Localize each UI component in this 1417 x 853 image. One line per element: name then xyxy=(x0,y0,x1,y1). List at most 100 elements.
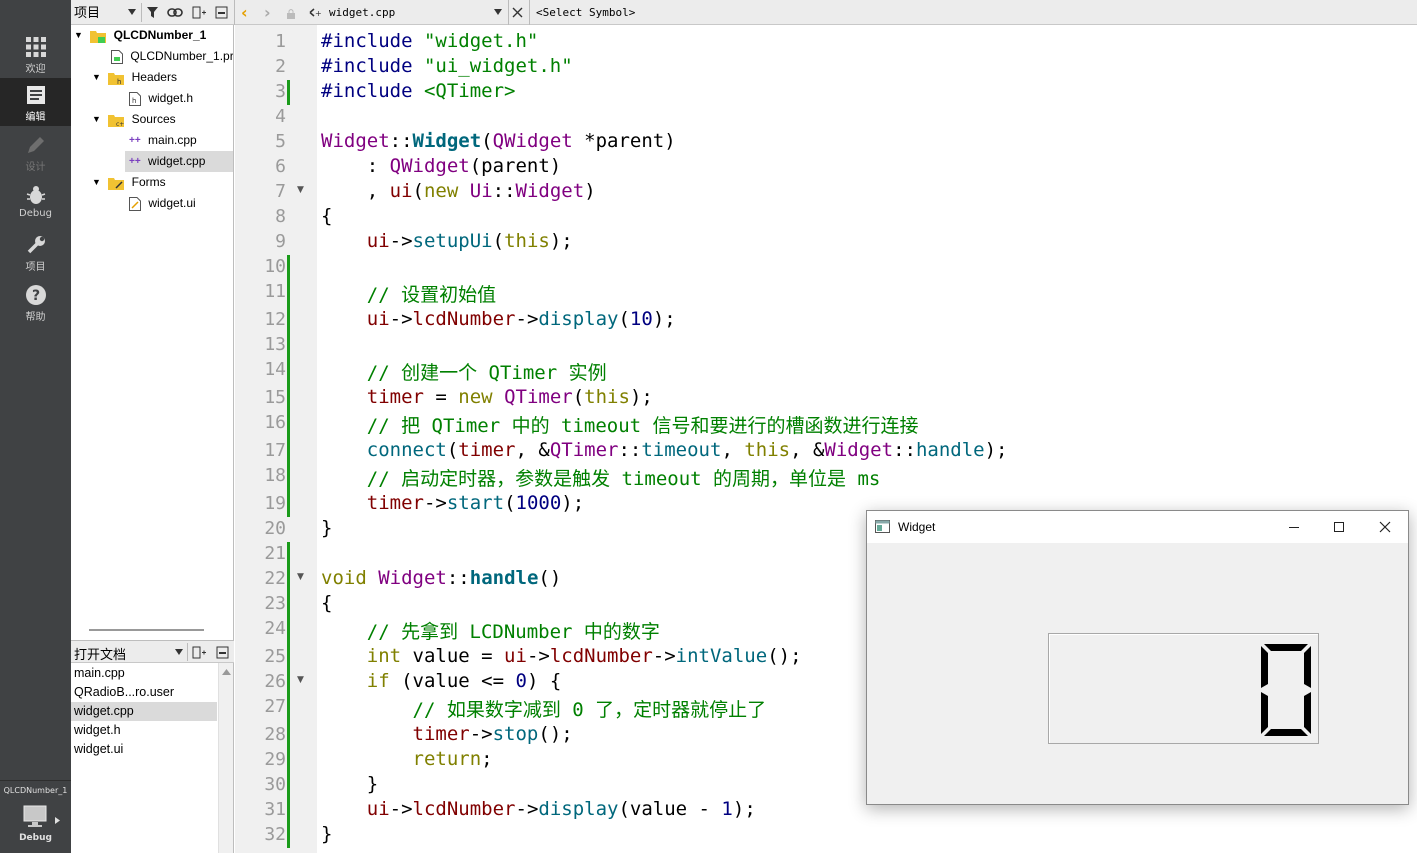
code-token: this xyxy=(584,386,630,408)
code-line[interactable]: #include <QTimer> xyxy=(321,80,515,102)
tree-root[interactable]: ▼ QLCDNumber_1 xyxy=(74,25,206,46)
code-line[interactable]: // 如果数字减到 0 了，定时器就停止了 xyxy=(321,695,767,722)
cpp-file-icon: ++ xyxy=(309,8,322,18)
open-doc-item[interactable]: widget.h xyxy=(71,721,217,740)
split-icon[interactable] xyxy=(192,646,206,659)
filter-icon[interactable] xyxy=(146,6,159,19)
split-icon[interactable] xyxy=(192,6,206,19)
open-doc-item[interactable]: QRadioB...ro.user xyxy=(71,683,217,702)
mode-edit[interactable]: 编辑 xyxy=(0,78,71,126)
code-token: display xyxy=(538,308,619,330)
forward-arrow-icon[interactable]: › xyxy=(264,0,271,25)
tree-forms[interactable]: ▼ Forms xyxy=(92,172,166,193)
tree-pro-file[interactable]: QLCDNumber_1.pro xyxy=(111,46,233,67)
back-arrow-icon[interactable]: ‹ xyxy=(241,0,248,25)
mode-design[interactable]: 设计 xyxy=(0,128,71,176)
code-token: lcdNumber xyxy=(412,308,516,330)
lcd-segment-b xyxy=(1304,646,1311,688)
code-line[interactable]: // 设置初始值 xyxy=(321,280,496,307)
code-line[interactable]: #include "widget.h" xyxy=(321,30,538,52)
maximize-icon[interactable] xyxy=(1333,521,1345,533)
code-line[interactable]: } xyxy=(321,823,332,845)
code-token: ); xyxy=(561,492,585,514)
tree-widget-ui[interactable]: widget.ui xyxy=(129,193,196,214)
open-doc-item[interactable]: widget.cpp xyxy=(71,702,217,721)
code-token: timer xyxy=(366,492,424,514)
code-line[interactable]: Widget::Widget(QWidget *parent) xyxy=(321,130,676,152)
line-number: 27 xyxy=(264,696,286,717)
code-token: { xyxy=(321,205,333,227)
code-line[interactable]: // 先拿到 LCDNumber 中的数字 xyxy=(321,617,660,644)
chevron-down-icon[interactable] xyxy=(494,9,502,15)
fold-marker-icon[interactable]: ▼ xyxy=(297,572,304,582)
code-line[interactable]: void Widget::handle() xyxy=(321,567,561,589)
chevron-down-icon[interactable] xyxy=(175,649,183,655)
code-line[interactable]: ui->lcdNumber->display(value - 1); xyxy=(321,798,756,820)
chevron-down-icon[interactable] xyxy=(128,9,136,15)
code-line[interactable]: { xyxy=(321,205,332,227)
widget-window[interactable]: Widget xyxy=(866,510,1409,805)
close-pane-icon[interactable] xyxy=(215,6,228,19)
vertical-scrollbar[interactable] xyxy=(218,663,233,853)
tree-main-cpp[interactable]: ++ main.cpp xyxy=(129,130,197,151)
code-line[interactable]: timer->stop(); xyxy=(321,723,573,745)
code-line[interactable]: : QWidget(parent) xyxy=(321,155,561,177)
mode-label: 欢迎 xyxy=(25,64,46,75)
code-line[interactable]: timer->start(1000); xyxy=(321,492,584,514)
tree-widget-h[interactable]: h widget.h xyxy=(129,88,193,109)
kit-selector[interactable]: Debug xyxy=(0,800,71,853)
code-token: ); xyxy=(629,386,653,408)
minimize-icon[interactable] xyxy=(1288,521,1300,533)
code-line[interactable]: ui->setupUi(this); xyxy=(321,230,573,252)
mode-debug[interactable]: Debug xyxy=(0,178,71,226)
open-documents-title[interactable]: 打开文档 xyxy=(74,644,126,663)
project-view-combo-label[interactable]: 项目 xyxy=(74,0,100,25)
code-line[interactable]: connect(timer, &QTimer::timeout, this, &… xyxy=(321,439,1008,461)
open-doc-item[interactable]: widget.ui xyxy=(71,740,217,759)
line-number: 24 xyxy=(264,618,286,639)
code-line[interactable]: , ui(new Ui::Widget) xyxy=(321,180,596,202)
line-number: 14 xyxy=(264,359,286,380)
code-line[interactable]: ui->lcdNumber->display(10); xyxy=(321,308,676,330)
folder-icon: c+ xyxy=(108,114,125,127)
file-combo[interactable]: widget.cpp xyxy=(329,0,395,25)
tree-sources[interactable]: ▼ c+ Sources xyxy=(92,109,176,130)
scroll-up-icon[interactable] xyxy=(222,669,231,675)
close-icon[interactable] xyxy=(1379,521,1391,533)
tree-headers[interactable]: ▼ h Headers xyxy=(92,67,177,88)
code-line[interactable]: #include "ui_widget.h" xyxy=(321,55,573,77)
code-line[interactable]: { xyxy=(321,592,332,614)
open-doc-item[interactable]: main.cpp xyxy=(71,664,217,683)
code-token: // 设置初始值 xyxy=(366,284,497,306)
code-line[interactable]: // 创建一个 QTimer 实例 xyxy=(321,358,607,385)
code-line[interactable]: timer = new QTimer(this); xyxy=(321,386,653,408)
code-line[interactable]: } xyxy=(321,773,378,795)
line-number: 6 xyxy=(275,156,286,177)
mode-help[interactable]: ? 帮助 xyxy=(0,278,71,326)
horizontal-scrollbar[interactable] xyxy=(89,629,204,631)
code-token: this xyxy=(504,230,550,252)
window-titlebar[interactable]: Widget xyxy=(867,511,1408,543)
close-icon[interactable] xyxy=(512,7,523,18)
code-line[interactable]: } xyxy=(321,517,332,539)
divider xyxy=(141,3,142,22)
tree-widget-cpp[interactable]: ++ widget.cpp xyxy=(125,151,233,172)
code-line[interactable]: return; xyxy=(321,748,493,770)
ui-file-icon xyxy=(129,196,141,211)
link-icon[interactable] xyxy=(167,6,183,19)
symbol-combo[interactable]: <Select Symbol> xyxy=(536,0,635,25)
fold-marker-icon[interactable]: ▼ xyxy=(297,675,304,685)
mode-welcome[interactable]: 欢迎 xyxy=(0,30,71,78)
fold-marker-icon[interactable]: ▼ xyxy=(297,185,304,195)
code-line[interactable]: // 把 QTimer 中的 timeout 信号和要进行的槽函数进行连接 xyxy=(321,411,919,438)
mode-projects[interactable]: 项目 xyxy=(0,228,71,276)
code-token: -> xyxy=(469,723,493,745)
close-pane-icon[interactable] xyxy=(216,646,229,659)
code-token: parent xyxy=(595,130,665,152)
code-line[interactable]: // 启动定时器，参数是触发 timeout 的周期，单位是 ms xyxy=(321,464,881,491)
code-line[interactable]: if (value <= 0) { xyxy=(321,670,562,692)
code-line[interactable]: int value = ui->lcdNumber->intValue(); xyxy=(321,645,802,667)
